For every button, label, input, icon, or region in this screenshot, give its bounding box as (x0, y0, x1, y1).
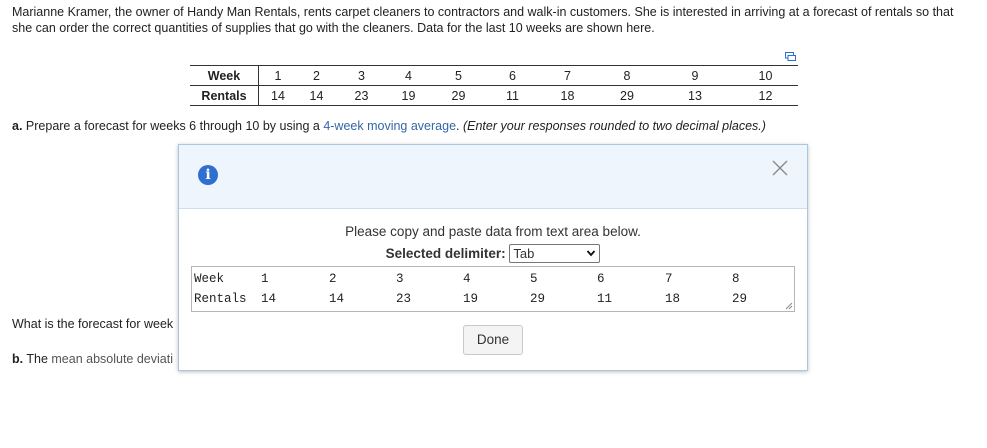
table-cell: 8 (597, 65, 657, 86)
delimiter-label: Selected delimiter: (385, 246, 506, 261)
textarea-cell: 18 (665, 292, 681, 306)
textarea-cell: 4 (463, 272, 471, 286)
table-cell: 10 (733, 65, 798, 86)
info-icon: i (198, 165, 218, 185)
textarea-cell: 11 (597, 292, 613, 306)
close-icon[interactable] (771, 159, 789, 177)
textarea-cell: 8 (732, 272, 740, 286)
question-b-prefix: b. (12, 352, 24, 366)
table-cell: 13 (657, 85, 733, 106)
textarea-cell: 14 (329, 292, 345, 306)
textarea-cell: 6 (597, 272, 605, 286)
textarea-cell: Rentals (194, 292, 247, 306)
mad-link[interactable]: mean absolute deviati (51, 352, 173, 366)
table-cell: 14 (297, 85, 336, 106)
table-cell: 14 (258, 85, 297, 106)
table-cell: 3 (336, 65, 387, 86)
textarea-cell: 19 (463, 292, 479, 306)
question-a-prefix: a. (12, 119, 23, 133)
table-cell: 29 (597, 85, 657, 106)
question-b: b. The mean absolute deviati (12, 352, 173, 366)
table-header-cell: Week (190, 65, 259, 86)
forecast-question: What is the forecast for week (12, 317, 174, 331)
copy-data-dialog: i Please copy and paste data from text a… (178, 144, 808, 371)
table-cell: 29 (430, 85, 487, 106)
table-cell: 7 (538, 65, 597, 86)
textarea-cell: 5 (530, 272, 538, 286)
textarea-cell: 2 (329, 272, 337, 286)
done-button[interactable]: Done (463, 325, 523, 355)
table-cell: 12 (733, 85, 798, 106)
table-row: Week 1 2 3 4 5 6 7 8 9 10 (190, 65, 798, 86)
textarea-cell: 23 (396, 292, 412, 306)
textarea-cell: Week (194, 272, 225, 286)
moving-average-link[interactable]: 4-week moving average (323, 119, 456, 133)
textarea-cell: 29 (732, 292, 748, 306)
textarea-cell: 7 (665, 272, 673, 286)
delimiter-row: Selected delimiter: Tab (179, 244, 807, 263)
table-cell: 1 (258, 65, 297, 86)
dialog-header: i (179, 145, 807, 209)
textarea-cell: 14 (261, 292, 277, 306)
question-a-text: Prepare a forecast for weeks 6 through 1… (22, 119, 324, 133)
table-cell: 23 (336, 85, 387, 106)
data-table: Week 1 2 3 4 5 6 7 8 9 10 Rentals 14 14 … (190, 65, 798, 106)
delimiter-select[interactable]: Tab (509, 244, 601, 263)
copy-icon[interactable] (785, 52, 796, 61)
table-header-cell: Rentals (190, 85, 259, 106)
textarea-cell: 1 (261, 272, 269, 286)
table-cell: 18 (538, 85, 597, 106)
question-a: a. Prepare a forecast for weeks 6 throug… (12, 119, 766, 133)
question-b-text: The (23, 352, 52, 366)
data-textarea[interactable]: Week 1 2 3 4 5 6 7 8 Rentals 14 14 23 19… (191, 266, 795, 312)
table-cell: 5 (430, 65, 487, 86)
table-cell: 6 (487, 65, 538, 86)
table-row: Rentals 14 14 23 19 29 11 18 29 13 12 (190, 85, 798, 106)
table-cell: 2 (297, 65, 336, 86)
question-a-note: (Enter your responses rounded to two dec… (462, 119, 766, 133)
delimiter-value: Tab (513, 246, 535, 261)
table-cell: 9 (657, 65, 733, 86)
resize-grip-icon[interactable] (785, 302, 793, 310)
table-cell: 11 (487, 85, 538, 106)
textarea-cell: 3 (396, 272, 404, 286)
table-cell: 4 (387, 65, 430, 86)
problem-statement: Marianne Kramer, the owner of Handy Man … (12, 5, 954, 35)
chevron-down-icon (587, 250, 596, 257)
table-cell: 19 (387, 85, 430, 106)
textarea-cell: 29 (530, 292, 546, 306)
question-a-text-end: . (456, 119, 463, 133)
dialog-instructions: Please copy and paste data from text are… (345, 224, 641, 239)
